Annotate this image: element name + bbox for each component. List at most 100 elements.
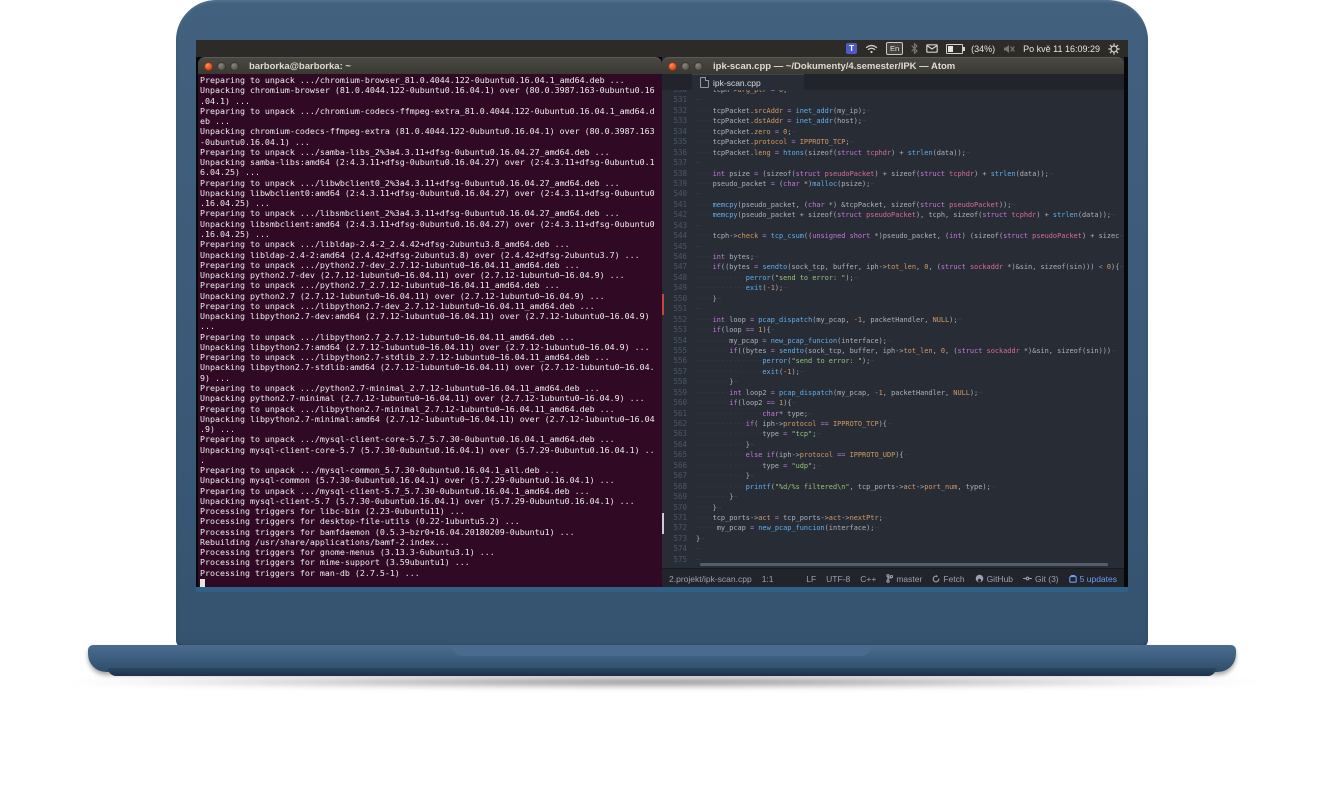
code-line[interactable]: 567············}¬ [662,471,1124,481]
code-line[interactable]: 545¬ [662,242,1124,252]
terminal-output-line: Unpacking libsmbclient:amd64 (2:4.3.11+d… [200,219,662,229]
status-grammar[interactable]: C++ [860,574,876,584]
terminal-titlebar[interactable]: barborka@barborka: ~ [198,57,662,74]
code-line[interactable]: 548············perror("send to error: ")… [662,273,1124,283]
code-line[interactable]: 546····int bytes;¬ [662,252,1124,262]
volume-muted-icon[interactable] [1003,44,1015,54]
code-text: ········if(loop2 == 1){¬ [696,398,1124,408]
minimize-button[interactable] [217,62,226,71]
code-editor[interactable]: 530····tcph->urg_ptr = 0;¬531¬532····tcp… [662,90,1124,568]
code-line[interactable]: 534····tcpPacket.zero = 0;¬ [662,127,1124,137]
terminal-output[interactable]: Preparing to unpack .../chromium-browser… [198,74,662,588]
line-number: 548 [662,273,696,283]
code-line[interactable]: 551¬ [662,304,1124,314]
line-number: 567 [662,471,696,481]
code-line[interactable]: 539····pseudo_packet = (char *)malloc(ps… [662,179,1124,189]
battery-icon[interactable] [946,44,963,54]
code-line[interactable]: 540¬ [662,189,1124,199]
teams-tray-icon[interactable]: T [846,43,857,54]
git-gutter-marker [662,294,664,304]
code-line[interactable]: 542····memcpy(pseudo_packet + sizeof(str… [662,210,1124,220]
code-line[interactable]: 571····tcp_ports->act = tcp_ports->act->… [662,513,1124,523]
close-button[interactable] [668,62,677,71]
code-line[interactable]: 537¬ [662,158,1124,168]
session-gear-icon[interactable] [1108,43,1120,55]
code-line[interactable]: 559········int loop2 = pcap_dispatch(my_… [662,388,1124,398]
line-number: 557 [662,367,696,377]
wifi-icon[interactable] [865,44,878,54]
code-text: ········}¬ [696,492,1124,502]
code-line[interactable]: 554········my_pcap = new_pcap_funcion(in… [662,336,1124,346]
code-text: ············perror("send to error: ");¬ [696,273,1124,283]
bluetooth-icon[interactable] [911,43,918,54]
status-encoding[interactable]: UTF-8 [826,574,850,584]
terminal-output-line: Unpacking libpython2.7-dev:amd64 (2.7.12… [200,311,662,321]
code-line[interactable]: 566················type = "udp";¬ [662,461,1124,471]
code-line[interactable]: 531¬ [662,95,1124,105]
code-line[interactable]: 536····tcpPacket.leng = htons(sizeof(str… [662,148,1124,158]
maximize-button[interactable] [230,62,239,71]
code-line[interactable]: 541····memcpy(pseudo_packet, (char *) &t… [662,200,1124,210]
code-line[interactable]: 560········if(loop2 == 1){¬ [662,398,1124,408]
code-line[interactable]: 563················type = "tcp";¬ [662,429,1124,439]
status-git-branch[interactable]: master [886,574,922,584]
terminal-output-line: Preparing to unpack .../mysql-client-5.7… [200,486,662,496]
code-line[interactable]: 552····int loop = pcap_dispatch(my_pcap,… [662,315,1124,325]
minimize-button[interactable] [681,62,690,71]
laptop-shadow [66,676,1258,688]
code-line[interactable]: 543¬ [662,221,1124,231]
code-line[interactable]: 565············else if(iph->protocol == … [662,450,1124,460]
code-line[interactable]: 555········if((bytes = sendto(sock_tcp, … [662,346,1124,356]
terminal-output-line: Preparing to unpack .../libpython2.7-min… [200,404,662,414]
code-text: ····tcpPacket.protocol = IPPROTO_TCP;¬ [696,137,1124,147]
code-line[interactable]: 561················char* type;¬ [662,409,1124,419]
line-number: 570 [662,503,696,513]
status-updates-button[interactable]: 5 updates [1069,574,1117,584]
atom-titlebar[interactable]: ipk-scan.cpp — ~/Dokumenty/4.semester/IP… [662,57,1124,74]
code-text: ·····my_pcap = new_pcap_funcion(interfac… [696,523,1124,533]
horizontal-scrollbar[interactable] [700,563,1108,566]
line-number: 542 [662,210,696,220]
keyboard-layout-indicator[interactable]: En [886,42,903,55]
code-line[interactable]: 568············printf("%d/%s filtered\n"… [662,482,1124,492]
status-github-button[interactable]: GitHub [975,574,1013,584]
code-line[interactable]: 553····if(loop == 1){¬ [662,325,1124,335]
line-number: 560 [662,398,696,408]
clock[interactable]: Po kvě 11 16:09:29 [1023,44,1100,54]
status-file-path[interactable]: 2.projekt/ipk-scan.cpp [669,574,752,584]
maximize-button[interactable] [694,62,703,71]
terminal-output-line: . [200,455,662,465]
code-line[interactable]: 569········}¬ [662,492,1124,502]
branch-icon [886,574,893,583]
code-line[interactable]: 538····int psize = (sizeof(struct pseudo… [662,169,1124,179]
code-line[interactable]: 544····tcph->check = tcp_csum((unsigned … [662,231,1124,241]
line-number: 531 [662,95,696,105]
line-number: 538 [662,169,696,179]
code-line[interactable]: 557················exit(-1);¬ [662,367,1124,377]
close-button[interactable] [204,62,213,71]
code-text: ············else if(iph->protocol == IPP… [696,450,1124,460]
code-line[interactable]: 570····}¬ [662,503,1124,513]
status-cursor-position[interactable]: 1:1 [762,574,774,584]
code-line[interactable]: 549············exit(-1);¬ [662,283,1124,293]
status-fetch-button[interactable]: Fetch [932,574,964,584]
code-line[interactable]: 532····tcpPacket.srcAddr = inet_addr(my_… [662,106,1124,116]
code-line[interactable]: 533····tcpPacket.dstAddr = inet_addr(hos… [662,116,1124,126]
code-line[interactable]: 556················perror("send to error… [662,356,1124,366]
code-line[interactable]: 572·····my_pcap = new_pcap_funcion(inter… [662,523,1124,533]
code-line[interactable]: 535····tcpPacket.protocol = IPPROTO_TCP;… [662,137,1124,147]
line-number: 546 [662,252,696,262]
status-line-ending[interactable]: LF [806,574,816,584]
code-line[interactable]: 564············}¬ [662,440,1124,450]
status-git-button[interactable]: Git (3) [1023,574,1059,584]
code-line[interactable]: 550····}¬ [662,294,1124,304]
code-line[interactable]: 573}¬ [662,534,1124,544]
tab-ipk-scan-cpp[interactable]: ipk-scan.cpp [692,74,804,90]
code-line[interactable]: 562············if( iph->protocol == IPPR… [662,419,1124,429]
terminal-output-line: Preparing to unpack .../chromium-codecs-… [200,106,662,116]
code-line[interactable]: 558········}¬ [662,377,1124,387]
mail-icon[interactable] [926,44,938,53]
terminal-output-line: Preparing to unpack .../libsmbclient_2%3… [200,208,662,218]
code-line[interactable]: 547····if((bytes = sendto(sock_tcp, buff… [662,262,1124,272]
code-line[interactable]: 574¬ [662,544,1124,554]
